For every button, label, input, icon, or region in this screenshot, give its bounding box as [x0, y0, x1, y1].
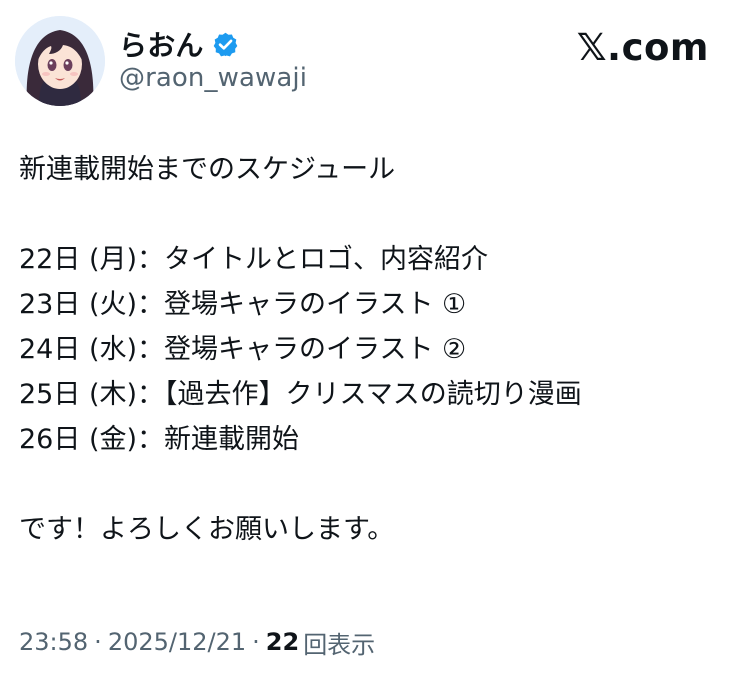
tweet-meta: 23:58 · 2025/12/21 · 22 回表示 [19, 620, 375, 664]
views-label: 回表示 [303, 630, 376, 659]
anime-girl-avatar-icon [15, 16, 105, 106]
meta-separator: · [94, 628, 102, 656]
verified-badge-icon [212, 31, 239, 58]
author-name-row: らおん [119, 20, 239, 68]
display-name[interactable]: らおん [119, 24, 204, 64]
views-count: 22 [265, 628, 300, 656]
author-handle[interactable]: @raon_wawaji [119, 63, 307, 93]
tweet-time[interactable]: 23:58 [19, 628, 88, 656]
tweet-date[interactable]: 2025/12/21 [108, 628, 246, 656]
x-logo-icon[interactable]: 𝕏.com [577, 23, 709, 71]
meta-separator: · [252, 628, 260, 656]
avatar[interactable] [15, 16, 105, 106]
tweet-text: 新連載開始までのスケジュール 22日 (月)：タイトルとロゴ、内容紹介 23日 … [19, 154, 582, 545]
